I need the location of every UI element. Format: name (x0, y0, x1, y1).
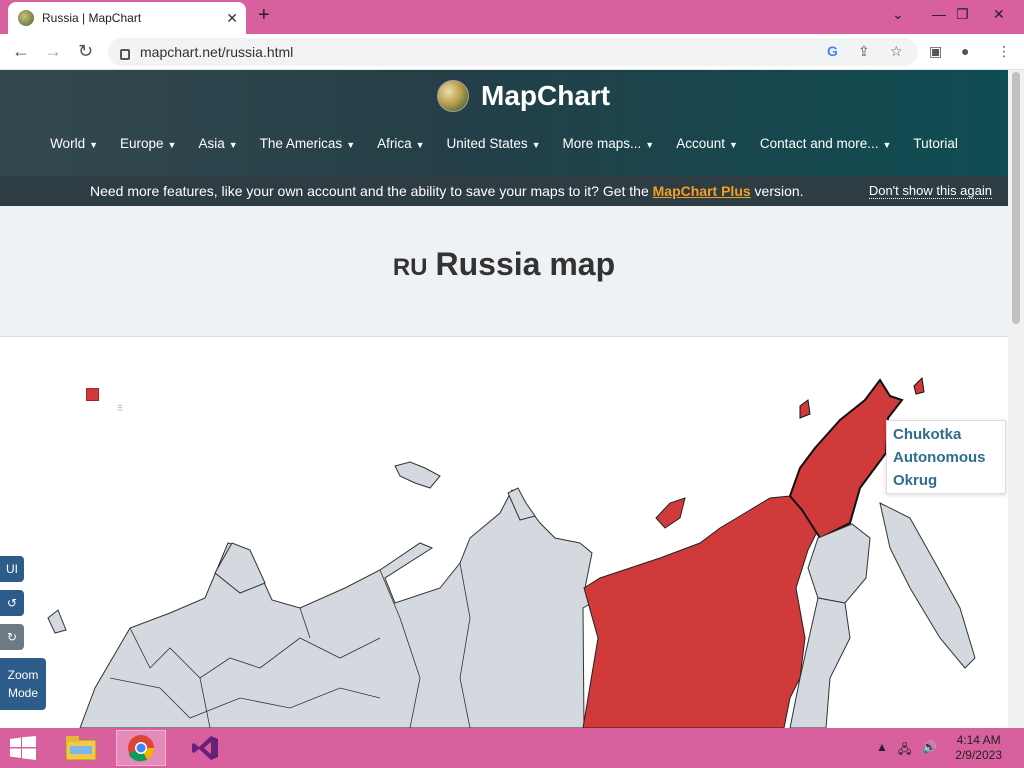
tray-expand-icon[interactable]: ▲ (876, 740, 888, 754)
close-window-icon[interactable]: ✕ (993, 6, 1005, 23)
undo-button[interactable]: ↺ (0, 590, 24, 616)
redo-icon: ↻ (6, 630, 18, 644)
russia-map[interactable] (0, 338, 1008, 728)
caret-down-icon: ▼ (167, 140, 177, 150)
undo-icon: ↺ (6, 596, 18, 610)
mapchart-favicon-icon (18, 10, 34, 26)
network-icon[interactable]: 🖧 (898, 740, 911, 761)
nav-asia[interactable]: Asia ▼ (187, 136, 248, 151)
tab-strip: Russia | MapChart ✕ + ⌄ — ❐ ✕ (0, 0, 1024, 34)
caret-down-icon: ▼ (882, 140, 892, 150)
region-wrangel-island (799, 399, 811, 419)
title-section: RU Russia map (0, 206, 1008, 337)
ui-toggle-button[interactable]: UI (0, 556, 24, 582)
minimize-icon[interactable]: — (932, 6, 946, 22)
nav-more-maps[interactable]: More maps... ▼ (552, 136, 666, 151)
caret-down-icon: ▼ (89, 140, 98, 150)
caret-down-icon: ▼ (729, 140, 738, 150)
nav-world[interactable]: World ▼ (39, 136, 109, 151)
region-western-russia (79, 489, 601, 728)
back-icon[interactable]: ← (12, 41, 30, 62)
page-title: RU Russia map (392, 246, 616, 282)
caret-down-icon: ▼ (531, 140, 541, 150)
scrollbar-thumb[interactable] (1012, 72, 1020, 324)
share-icon[interactable]: ⇪ (858, 43, 870, 60)
browser-tab[interactable]: Russia | MapChart ✕ (8, 2, 246, 34)
brand-name: MapChart (481, 80, 611, 111)
region-novaya-zemlya (394, 461, 441, 489)
main-nav: World ▼ Europe ▼ Asia ▼ The Americas ▼ Afric… (0, 136, 1008, 151)
taskbar: ▲ 🖧 🔊 4:14 AM 2/9/2023 (0, 728, 1024, 768)
side-panel-icon[interactable]: ▣ (929, 43, 942, 60)
caret-down-icon: ▼ (645, 140, 655, 150)
nav-europe[interactable]: Europe ▼ (109, 136, 187, 151)
nav-contact[interactable]: Contact and more... ▼ (749, 136, 902, 151)
country-code: RU (392, 254, 428, 281)
file-explorer-icon[interactable] (56, 730, 106, 766)
region-tooltip: Chukotka Autonomous Okrug (886, 420, 1006, 494)
caret-down-icon: ▼ (346, 140, 356, 150)
reload-icon[interactable]: ↻ (78, 41, 93, 62)
menu-kebab-icon[interactable]: ⋮ (997, 43, 1011, 60)
dismiss-promo-link[interactable]: Don't show this again (868, 183, 992, 199)
nav-united-states[interactable]: United States ▼ (436, 136, 552, 151)
mapchart-plus-link[interactable]: MapChart Plus (653, 183, 751, 199)
zoom-mode-button[interactable]: Zoom Mode (0, 658, 46, 710)
region-magadan (807, 523, 871, 604)
web-page: MapChart World ▼ Europe ▼ Asia ▼ The Americ… (0, 70, 1008, 728)
caret-down-icon: ▼ (415, 140, 425, 150)
nav-africa[interactable]: Africa ▼ (366, 136, 435, 151)
address-bar[interactable]: mapchart.net/russia.html (108, 38, 918, 66)
chrome-taskbar-icon[interactable] (116, 730, 166, 766)
promo-banner: Need more features, like your own accoun… (0, 176, 1008, 206)
google-icon[interactable]: G (827, 43, 838, 59)
region-sakha (582, 495, 819, 728)
promo-message: Need more features, like your own accoun… (90, 183, 804, 199)
forward-icon[interactable]: → (44, 41, 62, 62)
site-logo-link[interactable]: MapChart (437, 80, 610, 112)
globe-logo-icon (437, 80, 469, 112)
system-clock[interactable]: 4:14 AM 2/9/2023 (955, 733, 1002, 763)
windows-start-icon[interactable] (10, 736, 36, 760)
site-header: MapChart World ▼ Europe ▼ Asia ▼ The Americ… (0, 70, 1008, 206)
lock-icon[interactable] (120, 48, 130, 60)
redo-button[interactable]: ↻ (0, 624, 24, 650)
visual-studio-icon[interactable] (180, 730, 230, 766)
tab-title: Russia | MapChart (42, 11, 142, 25)
nav-tutorial[interactable]: Tutorial (902, 136, 969, 151)
tab-search-icon[interactable]: ⌄ (892, 6, 904, 23)
region-island-west (47, 609, 67, 634)
region-kamchatka (879, 502, 976, 669)
browser-toolbar: ← → ↻ mapchart.net/russia.html G ⇪ ☆ ▣ ●… (0, 34, 1024, 70)
close-tab-icon[interactable]: ✕ (226, 10, 238, 27)
caret-down-icon: ▼ (228, 140, 238, 150)
restore-icon[interactable]: ❐ (956, 6, 969, 23)
profile-icon[interactable]: ● (961, 43, 969, 59)
nav-account[interactable]: Account ▼ (665, 136, 749, 151)
page-scrollbar[interactable] (1008, 70, 1024, 728)
url-text: mapchart.net/russia.html (140, 44, 294, 60)
bookmark-star-icon[interactable]: ☆ (890, 43, 903, 60)
new-tab-icon[interactable]: + (258, 4, 270, 27)
volume-icon[interactable]: 🔊 (922, 740, 937, 754)
nav-americas[interactable]: The Americas ▼ (249, 136, 366, 151)
map-area[interactable]: ⠿ Chukotka Autonomous Okrug (0, 338, 1008, 728)
region-new-siberian-islands (655, 497, 686, 529)
region-ne-islet (913, 376, 925, 395)
